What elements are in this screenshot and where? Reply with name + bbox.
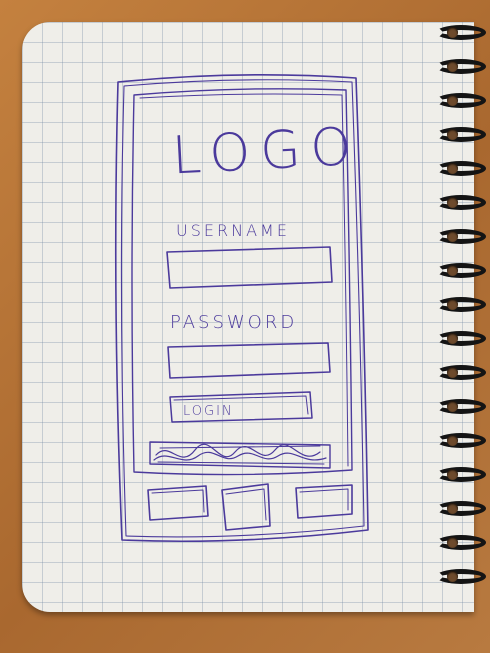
- bottom-nav: [147, 483, 353, 531]
- password-label: PASSWORD: [170, 312, 297, 333]
- home-icon[interactable]: [147, 485, 209, 521]
- username-label: USERNAME: [176, 221, 290, 240]
- settings-icon[interactable]: [295, 484, 353, 519]
- scribbled-banner: [149, 441, 331, 469]
- contacts-icon[interactable]: [221, 483, 271, 531]
- wireframe-sketch: LOGO USERNAME PASSWORD LOGIN: [114, 74, 369, 543]
- login-button-label: LOGIN: [183, 404, 234, 419]
- logo-text: LOGO: [171, 117, 363, 187]
- username-input[interactable]: [166, 246, 333, 289]
- password-input[interactable]: [167, 342, 331, 379]
